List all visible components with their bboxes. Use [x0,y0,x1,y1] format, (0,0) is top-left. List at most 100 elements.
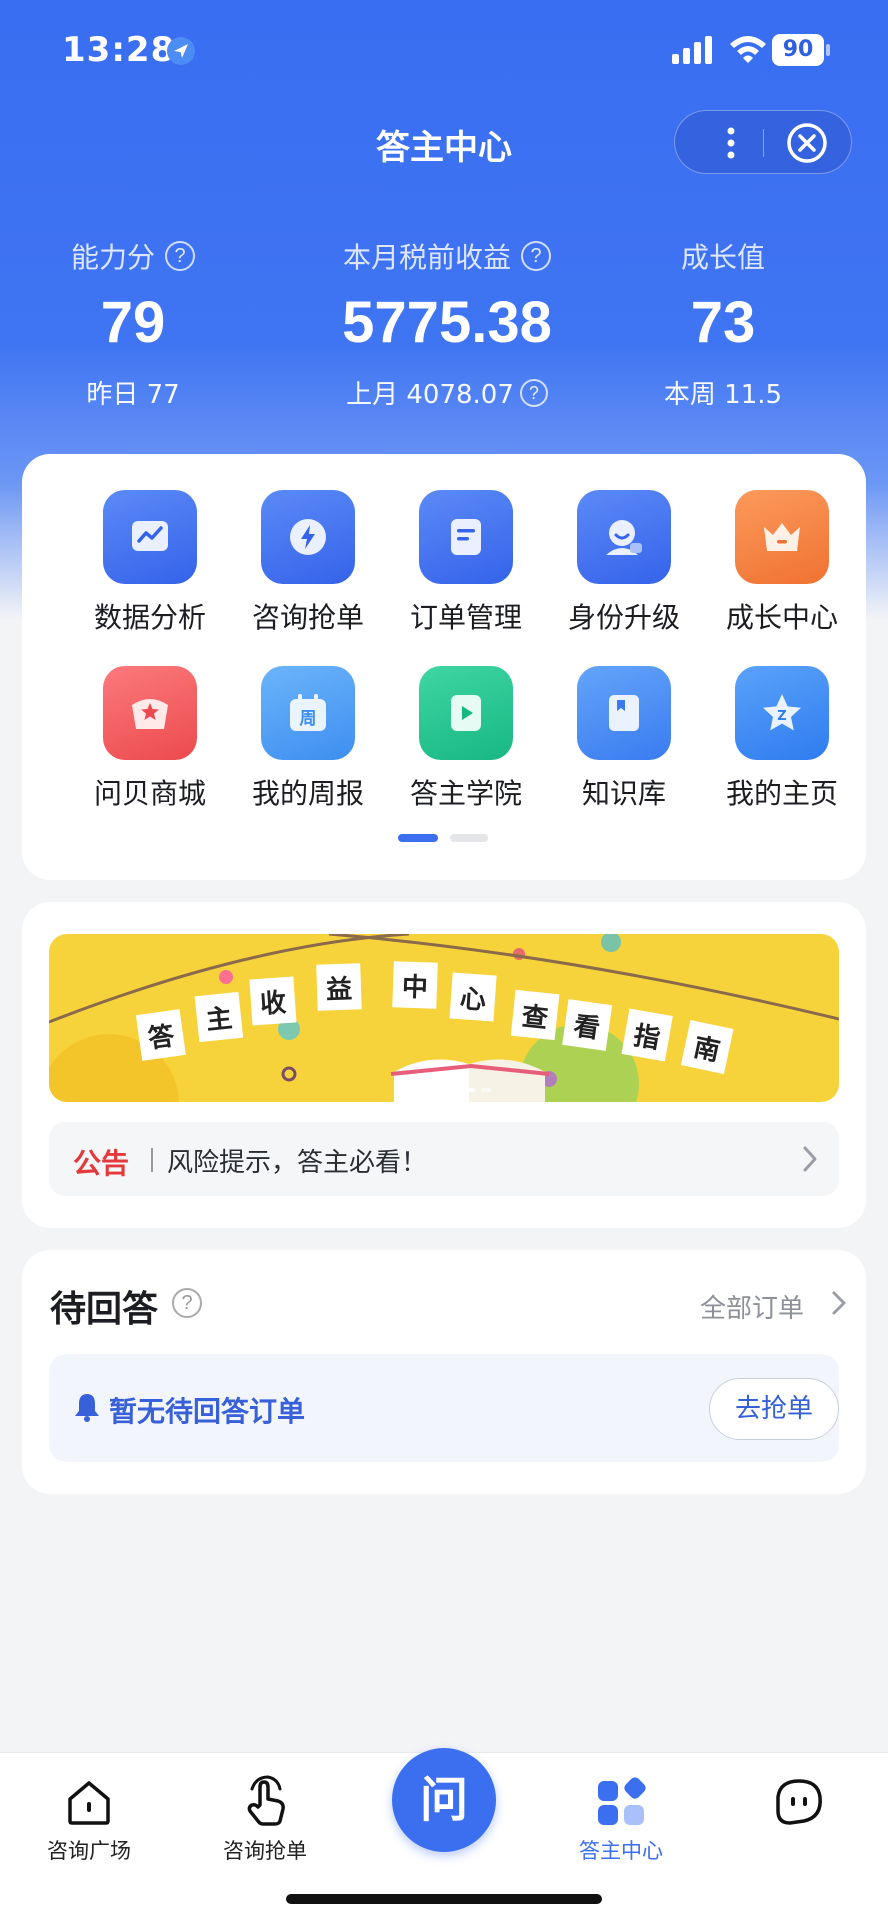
chart-icon [132,521,168,551]
grid-item-order-management[interactable]: 订单管理 [386,490,546,636]
close-icon[interactable] [785,121,829,165]
stat-value: 73 [690,290,756,355]
banner-char: 答 [146,1020,177,1054]
page-indicator [398,834,498,844]
grid-item-knowledge-base[interactable]: 知识库 [544,666,704,812]
crown-icon [764,523,800,551]
star-icon: Z [763,694,801,731]
help-icon[interactable]: ? [165,241,195,271]
tab-consult-grab[interactable]: 咨询抢单 [200,1775,330,1865]
grid-item-label: 知识库 [581,777,666,810]
wifi-icon [730,36,766,63]
svg-text:Z: Z [777,709,786,724]
help-icon[interactable]: ? [172,1288,202,1318]
grid-item-my-homepage[interactable]: Z 我的主页 [702,666,862,812]
stat-value: 5775.38 [342,290,552,355]
grid-item-label: 问贝商城 [93,777,206,810]
grid-item-data-analysis[interactable]: 数据分析 [70,490,230,636]
grid-item-label: 我的主页 [725,777,838,810]
tile [103,666,197,760]
status-time: 13:28 [62,30,176,70]
battery-tip [826,44,830,56]
bell-icon [75,1394,99,1422]
tile [103,490,197,584]
calendar-icon: 周 [290,694,326,731]
ask-center-button[interactable]: 问 [392,1748,496,1852]
mini-program-capsule [674,110,852,174]
play-icon [451,695,481,731]
stat-label: 本月税前收益 [342,241,511,274]
book-icon [609,695,639,731]
banner-char: 查 [520,1002,549,1035]
battery-level: 90 [772,34,824,66]
banner-char: 指 [631,1021,662,1055]
grid-item-growth-center[interactable]: 成长中心 [702,490,862,636]
banner-char: 中 [401,973,428,1004]
announcement-bar[interactable]: 公告 风险提示，答主必看！ [49,1122,839,1196]
page-dot-active [398,834,438,842]
tab-label: 咨询广场 [47,1839,131,1863]
page-dot [450,834,488,842]
stat-sub-text: 上月 4078.07 [346,380,514,410]
face-icon [776,1779,822,1825]
feature-grid-card: 数据分析 咨询抢单 订单管理 身份升级 成长中心 问贝商城 周 我的周报 答主学… [22,454,866,880]
empty-state: 暂无待回答订单 去抢单 [49,1354,839,1462]
status-bar: 13:28 90 [0,0,888,100]
capsule-divider [763,129,764,157]
grid-item-consult-grab[interactable]: 咨询抢单 [228,490,388,636]
banner-char: 心 [459,984,487,1016]
location-arrow-icon [167,37,195,65]
stat-sub: 本周 11.5 [598,374,848,411]
tile [577,490,671,584]
stat-label: 能力分 [70,241,155,274]
grab-order-button[interactable]: 去抢单 [709,1378,839,1440]
tab-label: 答主中心 [579,1839,663,1863]
document-icon [451,519,481,555]
stat-ability-score[interactable]: 能力分 ? 79 昨日 77 [8,236,258,411]
tab-label: 咨询抢单 [223,1839,307,1863]
svg-text:周: 周 [300,709,317,729]
tab-consult-square[interactable]: 咨询广场 [24,1775,154,1865]
user-badge-icon [606,520,642,555]
stat-label: 成长值 [680,241,765,274]
announcement-tag: 公告 [73,1147,130,1180]
stat-growth-value[interactable]: 成长值 73 本周 11.5 [598,236,848,411]
banner-char: 看 [572,1011,602,1044]
grid-item-label: 数据分析 [93,601,206,634]
stat-label-row: 成长值 [598,236,848,276]
guide-banner[interactable]: 答 主 收 益 中 心 查 看 指 南 [49,934,839,1102]
grid-item-shop[interactable]: 问贝商城 [70,666,230,812]
empty-message: 暂无待回答订单 [109,1395,306,1428]
more-icon[interactable] [709,121,753,165]
help-icon[interactable]: ? [521,241,551,271]
all-orders-link[interactable]: 全部订单 [700,1288,804,1325]
grid-item-label: 成长中心 [725,601,838,634]
grid-item-label: 订单管理 [409,601,522,634]
announcement-divider [151,1148,153,1172]
tile: 周 [261,666,355,760]
tile [419,666,513,760]
gift-icon [132,699,168,729]
grid-item-label: 身份升级 [567,601,680,634]
tab-profile[interactable] [734,1775,864,1835]
stat-sub: 上月 4078.07 ? [322,374,572,411]
stat-monthly-income[interactable]: 本月税前收益 ? 5775.38 上月 4078.07 ? [322,236,572,411]
grid-item-identity-upgrade[interactable]: 身份升级 [544,490,704,636]
chevron-right-icon [803,1146,817,1172]
tap-finger-icon [247,1775,285,1826]
grid-item-label: 我的周报 [251,777,364,810]
stat-value: 79 [100,290,166,355]
help-icon[interactable]: ? [519,378,548,407]
home-indicator [286,1894,602,1904]
banner-card: 答 主 收 益 中 心 查 看 指 南 公告 风险提示，答主必看！ [22,902,866,1228]
tab-answerer-center[interactable]: 答主中心 [556,1775,686,1865]
grid-item-academy[interactable]: 答主学院 [386,666,546,812]
stat-sub-text: 昨日 77 [86,380,180,410]
stat-sub: 昨日 77 [8,374,258,411]
grid-item-label: 咨询抢单 [251,601,364,634]
banner-char: 益 [326,975,353,1006]
grid-item-label: 答主学院 [409,777,522,810]
grid-item-weekly-report[interactable]: 周 我的周报 [228,666,388,812]
chevron-right-icon[interactable] [828,1288,850,1318]
banner-char: 收 [259,988,287,1020]
